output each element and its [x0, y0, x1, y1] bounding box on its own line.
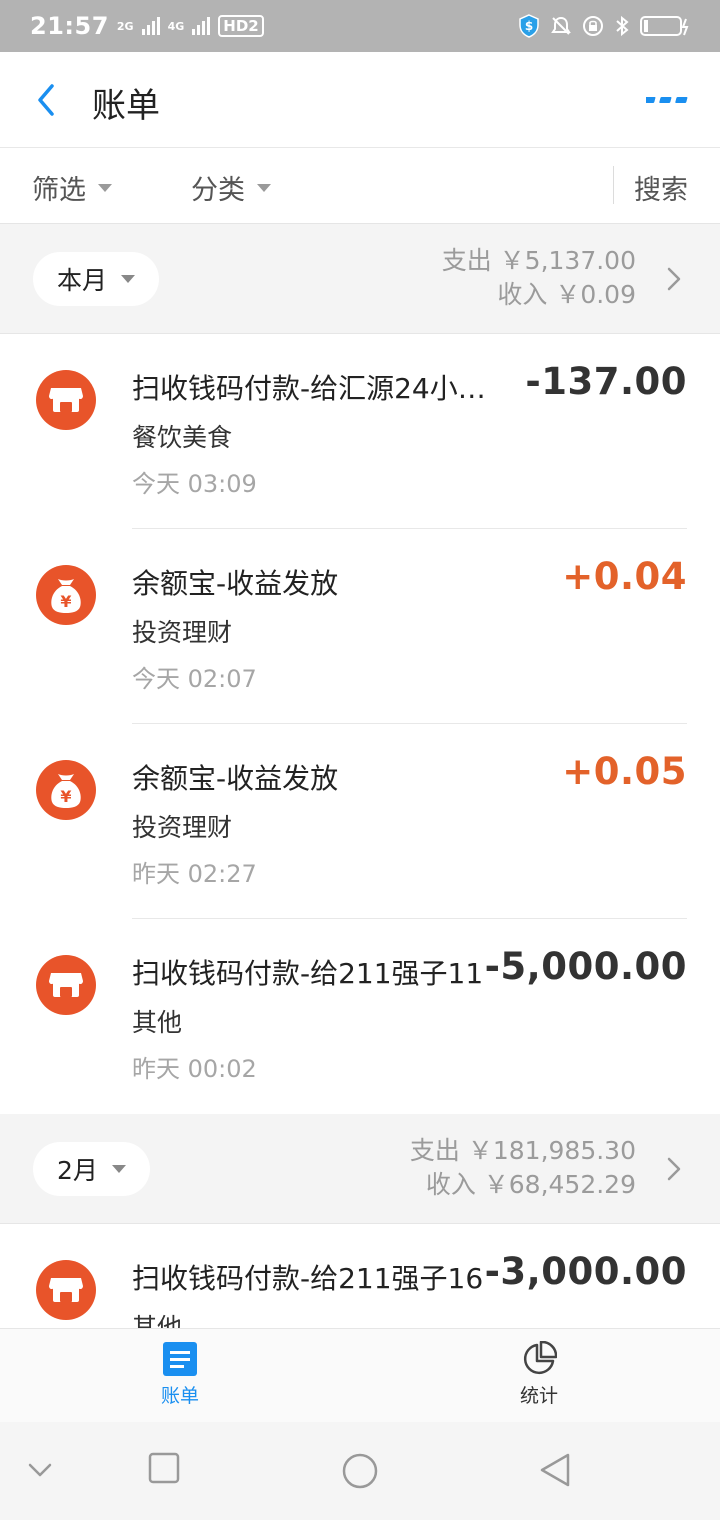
back-button[interactable]: [30, 82, 66, 118]
transaction-row[interactable]: 扫收钱码付款-给211强子16 其他 -3,000.00: [0, 1224, 720, 1328]
transaction-title: 扫收钱码付款-给汇源24小…: [132, 372, 486, 405]
page-title: 账单: [92, 86, 160, 126]
shield-dollar-icon: $: [519, 14, 539, 38]
money-bag-icon: ¥: [36, 760, 96, 820]
transaction-category: 投资理财: [132, 618, 233, 647]
filter-divider: [613, 166, 614, 204]
month-selector[interactable]: 2月: [33, 1142, 150, 1196]
chevron-right-icon[interactable]: [664, 264, 684, 294]
hd-badge: HD2: [218, 15, 264, 37]
category-label: 分类: [191, 175, 245, 206]
transaction-time: 今天 02:07: [132, 665, 257, 693]
status-time: 21:57: [30, 12, 109, 40]
transaction-amount: -5,000.00: [484, 945, 687, 988]
status-bar: 21:57 2G 4G HD2 $: [0, 0, 720, 52]
back-triangle-icon[interactable]: [538, 1452, 572, 1488]
month-expense: 支出 ￥5,137.00: [441, 246, 636, 275]
transaction-time: 昨天 00:02: [132, 1055, 257, 1083]
category-dropdown[interactable]: 分类: [191, 168, 271, 207]
svg-text:$: $: [525, 19, 533, 33]
tab-bar: 账单 统计: [0, 1328, 720, 1422]
transaction-row[interactable]: ¥ 余额宝-收益发放 投资理财 今天 02:07 +0.04: [0, 529, 720, 724]
home-icon[interactable]: [341, 1452, 379, 1490]
recent-apps-icon[interactable]: [148, 1452, 180, 1484]
transaction-row[interactable]: 扫收钱码付款-给211强子11 其他 昨天 00:02 -5,000.00: [0, 919, 720, 1114]
money-bag-icon: ¥: [36, 565, 96, 625]
month-income: 收入 ￥68,452.29: [425, 1170, 636, 1199]
tab-bill-label: 账单: [160, 1385, 199, 1407]
bill-list-icon: [163, 1342, 197, 1376]
month-income: 收入 ￥0.09: [497, 280, 636, 309]
signal-icon: [192, 17, 211, 35]
bluetooth-icon: [616, 15, 629, 37]
month-summary: 支出 ￥181,985.30 收入 ￥68,452.29: [410, 1134, 636, 1202]
transaction-category: 其他: [132, 1008, 183, 1037]
transaction-row[interactable]: 扫收钱码付款-给汇源24小… 餐饮美食 今天 03:09 -137.00: [0, 334, 720, 529]
filter-label: 筛选: [32, 175, 86, 206]
filter-bar: 筛选 分类 搜索: [0, 148, 720, 224]
chevron-down-icon[interactable]: [28, 1462, 52, 1478]
network-2g-label: 2G: [116, 19, 134, 33]
shop-icon: [36, 955, 96, 1015]
transaction-amount: -3,000.00: [484, 1250, 687, 1293]
caret-down-icon: [121, 275, 136, 283]
caret-down-icon: [257, 183, 271, 192]
transaction-amount: -137.00: [525, 360, 687, 403]
shop-icon: [36, 1260, 96, 1320]
transaction-title: 扫收钱码付款-给211强子11: [132, 957, 484, 990]
transaction-title: 余额宝-收益发放: [132, 567, 339, 600]
month-header-current[interactable]: 本月 支出 ￥5,137.00 收入 ￥0.09: [0, 224, 720, 334]
transaction-amount: +0.04: [562, 555, 687, 598]
status-right: $: [518, 14, 692, 38]
transaction-title: 扫收钱码付款-给211强子16: [132, 1262, 484, 1295]
lock-rotation-icon: [583, 16, 603, 36]
transaction-row[interactable]: ¥ 余额宝-收益发放 投资理财 昨天 02:27 +0.05: [0, 724, 720, 919]
system-nav-bar: [0, 1422, 720, 1520]
transaction-time: 今天 03:09: [132, 470, 257, 498]
tab-stats-label: 统计: [519, 1385, 558, 1407]
svg-text:¥: ¥: [60, 787, 71, 806]
transaction-category: 投资理财: [132, 813, 233, 842]
month-label: 本月: [57, 266, 108, 295]
transaction-title: 余额宝-收益发放: [132, 762, 339, 795]
network-4g-label: 4G: [167, 19, 185, 33]
transaction-time: 昨天 02:27: [132, 860, 257, 888]
tab-stats[interactable]: 统计: [489, 1341, 589, 1408]
shop-icon: [36, 370, 96, 430]
tab-bill[interactable]: 账单: [130, 1341, 230, 1408]
battery-icon: [640, 16, 689, 36]
search-button[interactable]: 搜索: [634, 168, 688, 207]
pie-chart-icon: [523, 1341, 557, 1375]
status-left: 21:57 2G 4G HD2: [30, 12, 264, 40]
filter-dropdown[interactable]: 筛选: [32, 168, 112, 207]
month-selector[interactable]: 本月: [33, 252, 160, 306]
caret-down-icon: [98, 183, 112, 192]
nav-bar: 账单: [0, 52, 720, 148]
transaction-amount: +0.05: [562, 750, 687, 793]
transaction-category: 餐饮美食: [132, 423, 233, 452]
chevron-right-icon[interactable]: [664, 1154, 684, 1184]
bell-off-icon: [551, 16, 571, 35]
month-expense: 支出 ￥181,985.30: [409, 1136, 636, 1165]
more-options-icon[interactable]: [646, 92, 690, 108]
signal-icon: [141, 17, 160, 35]
svg-text:¥: ¥: [60, 592, 71, 611]
transaction-category: 其他: [132, 1313, 183, 1328]
month-label: 2月: [57, 1156, 98, 1185]
month-summary: 支出 ￥5,137.00 收入 ￥0.09: [442, 244, 636, 312]
caret-down-icon: [111, 1165, 126, 1173]
month-header-february[interactable]: 2月 支出 ￥181,985.30 收入 ￥68,452.29: [0, 1114, 720, 1224]
